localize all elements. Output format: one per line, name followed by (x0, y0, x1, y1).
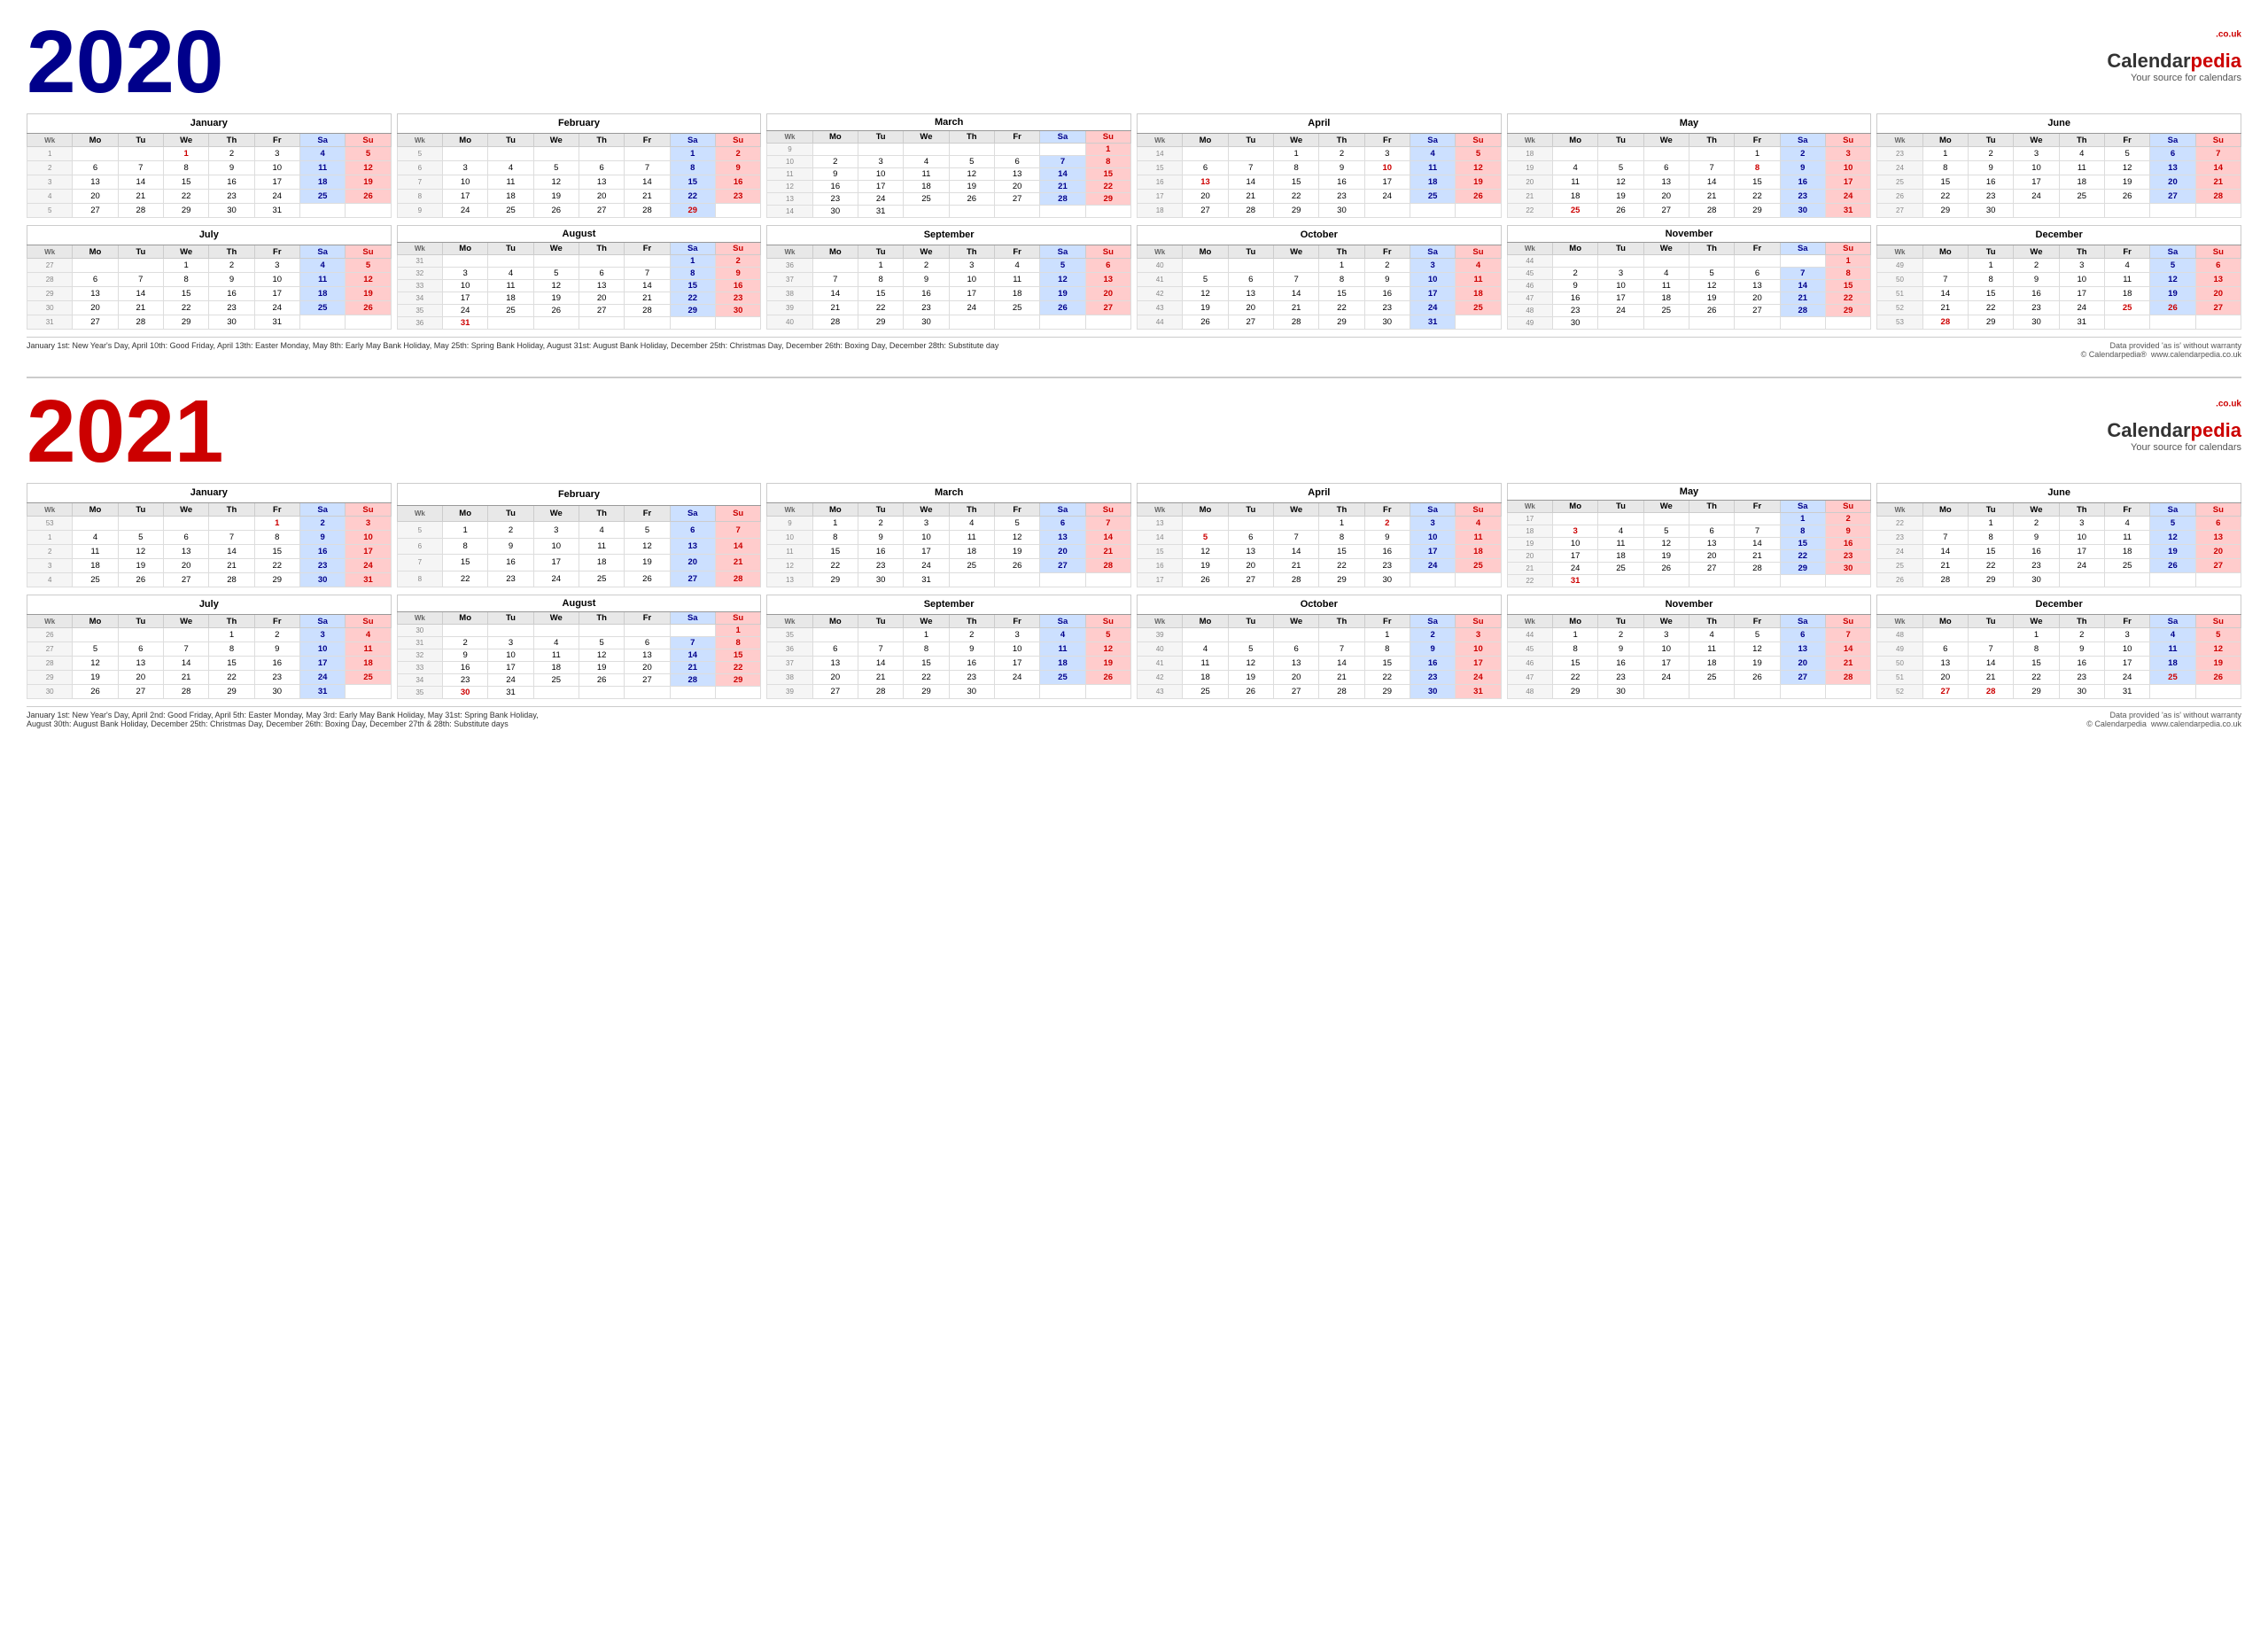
2020-row1: January WkMoTuWeThFrSaSu 112345 26789101… (27, 113, 2241, 218)
year-2020-section: 2020 .co.uk Calendarpedia Your source fo… (27, 18, 2241, 359)
april-2020: April WkMoTuWeThFrSaSu 1412345 156789101… (1137, 113, 1502, 218)
july-2021: July WkMoTuWeThFrSaSu 261234 27567891011… (27, 595, 392, 699)
2020-footnotes-left: January 1st: New Year's Day, April 10th:… (27, 341, 2081, 359)
august-2020: August WkMoTuWeThFrSaSu 3112 323456789 3… (397, 225, 762, 330)
2020-footnotes-right: Data provided 'as is' without warranty© … (2081, 341, 2241, 359)
logo-brand: pedia (2191, 50, 2241, 72)
logo-2021: .co.uk Calendarpedia Your source for cal… (2107, 387, 2241, 453)
2020-footnotes: January 1st: New Year's Day, April 10th:… (27, 337, 2241, 359)
logo-couk-badge-2021: .co.uk (2216, 400, 2241, 409)
year-2020-title: 2020 (27, 18, 223, 106)
september-2021: September WkMoTuWeThFrSaSu 3512345 36678… (766, 595, 1131, 699)
december-2020: December WkMoTuWeThFrSaSu 49123456 50789… (1876, 225, 2241, 330)
logo-brand-2021: pedia (2191, 419, 2241, 441)
january-2020: January WkMoTuWeThFrSaSu 112345 26789101… (27, 113, 392, 218)
logo-2020: .co.uk Calendarpedia Your source for cal… (2107, 18, 2241, 83)
2021-row2: July WkMoTuWeThFrSaSu 261234 27567891011… (27, 595, 2241, 699)
may-2020: May WkMoTuWeThFrSaSu 18123 1945678910 20… (1507, 113, 1872, 218)
2020-row2: July WkMoTuWeThFrSaSu 2712345 2867891011… (27, 225, 2241, 330)
march-2020: March WkMoTuWeThFrSaSu 91 102345678 1191… (766, 113, 1131, 218)
logo-name-2021: .co.uk Calendarpedia (2107, 396, 2241, 442)
december-2021: December WkMoTuWeThFrSaSu 4812345 496789… (1876, 595, 2241, 699)
july-2020: July WkMoTuWeThFrSaSu 2712345 2867891011… (27, 225, 392, 330)
october-2020: October WkMoTuWeThFrSaSu 401234 41567891… (1137, 225, 1502, 330)
september-2020: September WkMoTuWeThFrSaSu 36123456 3778… (766, 225, 1131, 330)
june-2020: June WkMoTuWeThFrSaSu 231234567 24891011… (1876, 113, 2241, 218)
2021-row1: January WkMoTuWeThFrSaSu 53123 145678910… (27, 483, 2241, 587)
year-2021-title: 2021 (27, 387, 223, 476)
2021-footnotes: January 1st: New Year's Day, April 2nd: … (27, 706, 2241, 728)
april-2021: April WkMoTuWeThFrSaSu 131234 1456789101… (1137, 483, 1502, 587)
january-2021: January WkMoTuWeThFrSaSu 53123 145678910… (27, 483, 392, 587)
logo-tagline-2021: Your source for calendars (2107, 442, 2241, 453)
november-2020: November WkMoTuWeThFrSaSu 441 452345678 … (1507, 225, 1872, 330)
2021-footnotes-left: January 1st: New Year's Day, April 2nd: … (27, 711, 2086, 728)
logo-tagline: Your source for calendars (2107, 73, 2241, 83)
february-2020: February WkMoTuWeThFrSaSu 512 63456789 7… (397, 113, 762, 218)
august-2021: August WkMoTuWeThFrSaSu 301 312345678 32… (397, 595, 762, 699)
year-2021-section: 2021 .co.uk Calendarpedia Your source fo… (27, 387, 2241, 728)
february-2021: February WkMoTuWeThFrSaSu 51234567 68910… (397, 483, 762, 587)
year-2020-header: 2020 .co.uk Calendarpedia Your source fo… (27, 18, 2241, 106)
june-2021: June WkMoTuWeThFrSaSu 22123456 237891011… (1876, 483, 2241, 587)
2021-footnotes-right: Data provided 'as is' without warranty© … (2086, 711, 2241, 728)
year-2021-header: 2021 .co.uk Calendarpedia Your source fo… (27, 387, 2241, 476)
year-divider (27, 377, 2241, 378)
october-2021: October WkMoTuWeThFrSaSu 39123 404567891… (1137, 595, 1502, 699)
logo-couk-badge: .co.uk (2216, 30, 2241, 40)
november-2021: November WkMoTuWeThFrSaSu 441234567 4589… (1507, 595, 1872, 699)
may-2021: May WkMoTuWeThFrSaSu 1712 183456789 1910… (1507, 483, 1872, 587)
logo-name: .co.uk Calendarpedia (2107, 27, 2241, 73)
march-2021: March WkMoTuWeThFrSaSu 91234567 10891011… (766, 483, 1131, 587)
